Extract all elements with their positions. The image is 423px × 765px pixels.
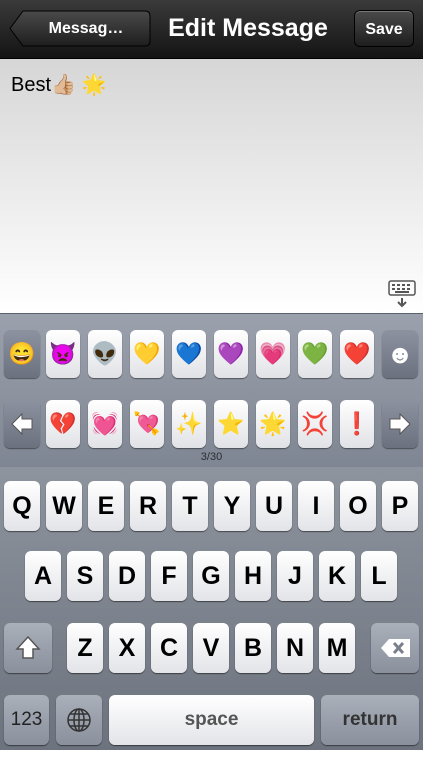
key-j[interactable]: J — [277, 551, 313, 601]
emoji-keyboard: 😄 👿 👽 💛 💙 💜 💗 💚 ❤️ ☻ 💔 💓 💘 ✨ ⭐ 🌟 💢 ❗ 3/3… — [0, 313, 423, 468]
navigation-bar: Messag… Edit Message Save — [0, 0, 423, 59]
key-q[interactable]: Q — [4, 481, 40, 531]
key-g[interactable]: G — [193, 551, 229, 601]
emoji-key[interactable]: 🌟 — [256, 400, 290, 448]
emoji-key[interactable]: ⭐ — [214, 400, 248, 448]
key-v[interactable]: V — [193, 623, 229, 673]
key-i[interactable]: I — [298, 481, 334, 531]
key-o[interactable]: O — [340, 481, 376, 531]
key-n[interactable]: N — [277, 623, 313, 673]
emoji-key[interactable]: ❗ — [340, 400, 374, 448]
keyboard-dismiss-icon[interactable] — [387, 279, 417, 309]
emoji-key[interactable]: 💓 — [88, 400, 122, 448]
emoji-key[interactable]: 💗 — [256, 330, 290, 378]
page-title: Edit Message — [168, 14, 328, 42]
save-button[interactable]: Save — [354, 10, 414, 47]
key-l[interactable]: L — [361, 551, 397, 601]
shift-key[interactable] — [4, 623, 52, 673]
delete-key[interactable] — [371, 623, 419, 673]
emoji-key[interactable]: 💚 — [298, 330, 332, 378]
key-u[interactable]: U — [256, 481, 292, 531]
emoji-category-key[interactable]: ☻ — [382, 330, 418, 378]
alphabet-keyboard: Q W E R T Y U I O P A S D F G H J K L Z … — [0, 467, 423, 750]
key-d[interactable]: D — [109, 551, 145, 601]
key-x[interactable]: X — [109, 623, 145, 673]
emoji-category-smileys-key[interactable]: 😄 — [4, 330, 40, 378]
key-k[interactable]: K — [319, 551, 355, 601]
numbers-key[interactable]: 123 — [4, 695, 49, 745]
emoji-key[interactable]: 💛 — [130, 330, 164, 378]
key-p[interactable]: P — [382, 481, 418, 531]
key-e[interactable]: E — [88, 481, 124, 531]
emoji-next-page-button[interactable] — [382, 400, 418, 448]
message-text-area[interactable]: Best👍🏼 🌟 — [0, 59, 423, 313]
key-a[interactable]: A — [25, 551, 61, 601]
emoji-key[interactable]: 💜 — [214, 330, 248, 378]
key-c[interactable]: C — [151, 623, 187, 673]
emoji-prev-page-button[interactable] — [4, 400, 40, 448]
emoji-key[interactable]: ❤️ — [340, 330, 374, 378]
return-key[interactable]: return — [321, 695, 419, 745]
key-y[interactable]: Y — [214, 481, 250, 531]
shift-icon — [15, 635, 41, 659]
back-button[interactable]: Messag… — [9, 10, 151, 47]
key-z[interactable]: Z — [67, 623, 103, 673]
space-key[interactable]: space — [109, 695, 314, 745]
arrow-right-icon — [389, 412, 411, 436]
arrow-left-icon — [11, 412, 33, 436]
key-t[interactable]: T — [172, 481, 208, 531]
key-b[interactable]: B — [235, 623, 271, 673]
emoji-key[interactable]: ✨ — [172, 400, 206, 448]
globe-icon — [67, 708, 91, 732]
emoji-key[interactable]: 👿 — [46, 330, 80, 378]
emoji-key[interactable]: 👽 — [88, 330, 122, 378]
key-f[interactable]: F — [151, 551, 187, 601]
back-button-label: Messag… — [48, 20, 124, 37]
emoji-key[interactable]: 💙 — [172, 330, 206, 378]
key-r[interactable]: R — [130, 481, 166, 531]
backspace-icon — [381, 639, 410, 657]
emoji-key[interactable]: 💔 — [46, 400, 80, 448]
emoji-key[interactable]: 💘 — [130, 400, 164, 448]
key-h[interactable]: H — [235, 551, 271, 601]
message-text: Best👍🏼 🌟 — [11, 74, 107, 96]
emoji-page-indicator: 3/30 — [200, 451, 223, 463]
globe-key[interactable] — [56, 695, 102, 745]
key-m[interactable]: M — [319, 623, 355, 673]
emoji-key[interactable]: 💢 — [298, 400, 332, 448]
key-s[interactable]: S — [67, 551, 103, 601]
key-w[interactable]: W — [46, 481, 82, 531]
